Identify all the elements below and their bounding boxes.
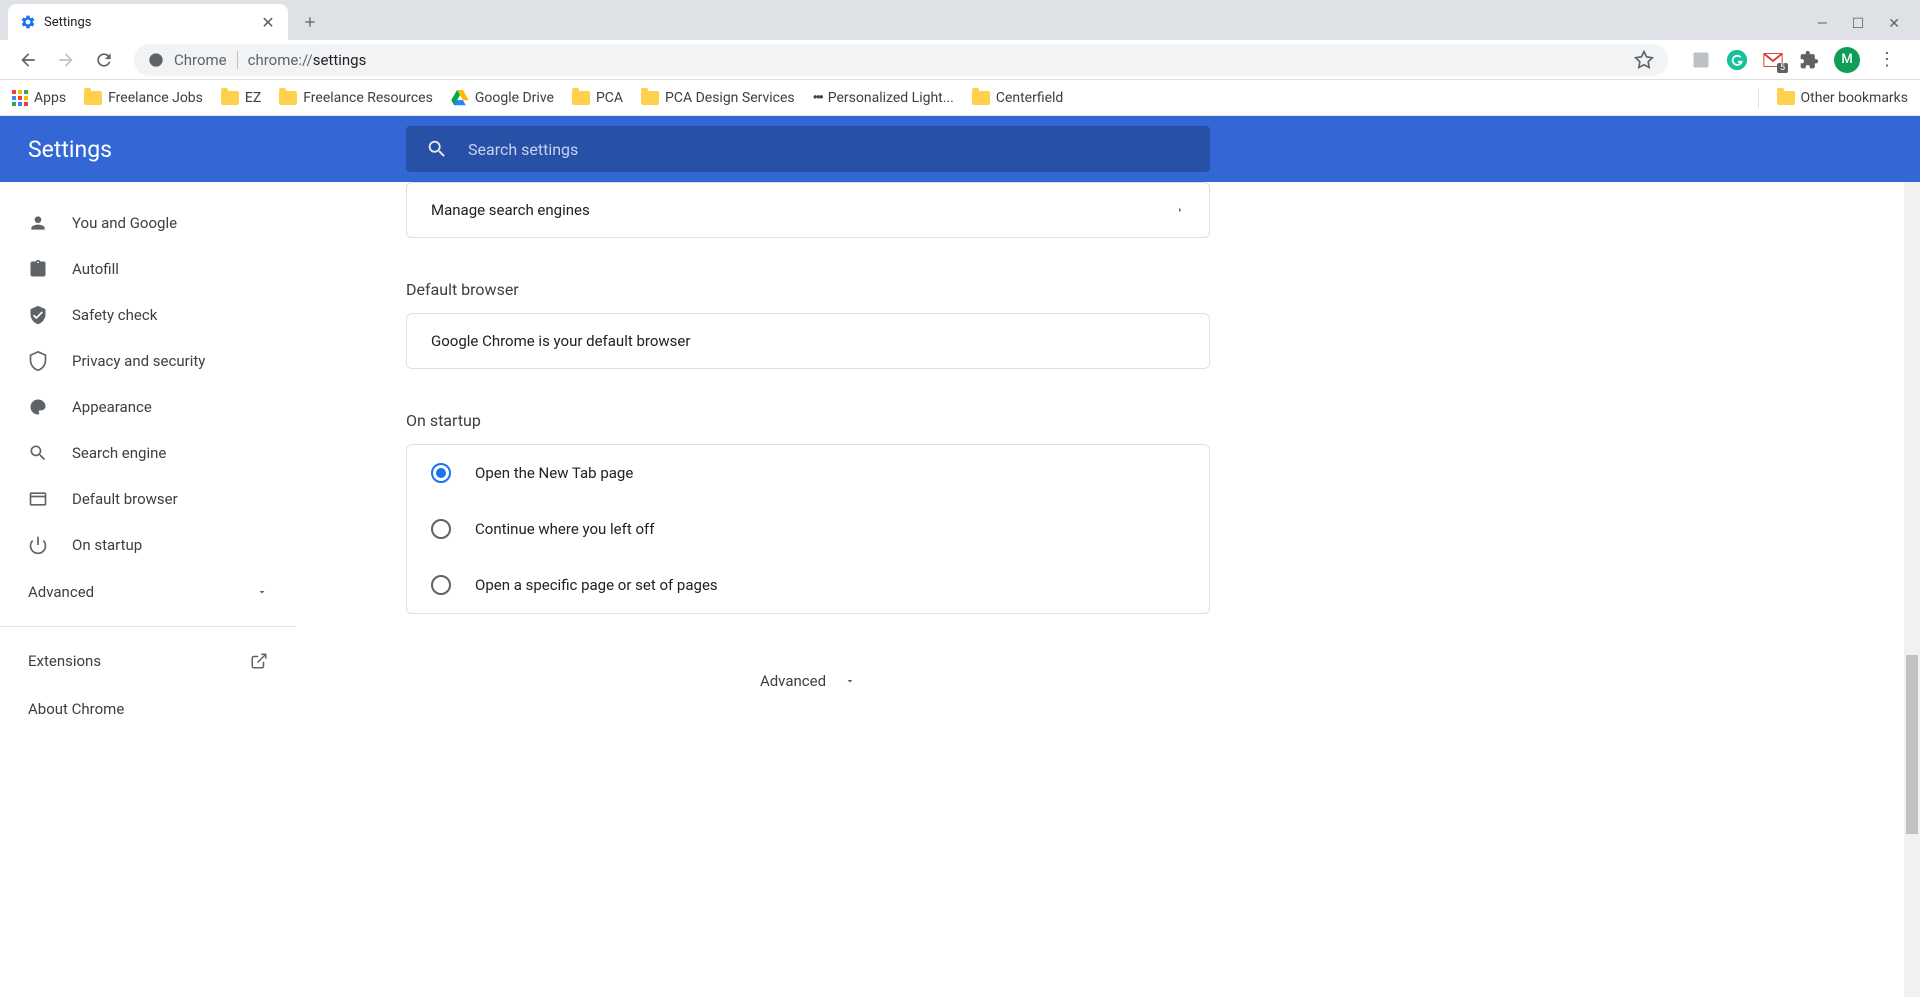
address-bar[interactable]: Chrome chrome://settings xyxy=(134,44,1668,76)
sidebar-item-you-and-google[interactable]: You and Google xyxy=(0,200,296,246)
sidebar-item-safety-check[interactable]: Safety check xyxy=(0,292,296,338)
sidebar-divider xyxy=(0,626,296,627)
tab-title: Settings xyxy=(44,15,260,30)
sidebar-about-link[interactable]: About Chrome xyxy=(0,685,296,733)
chevron-right-icon xyxy=(1175,205,1185,215)
bookmark-folder[interactable]: EZ xyxy=(221,90,261,106)
settings-search[interactable] xyxy=(406,126,1210,172)
settings-search-input[interactable] xyxy=(468,140,1190,159)
forward-button[interactable] xyxy=(50,44,82,76)
main-advanced-toggle[interactable]: Advanced xyxy=(406,642,1210,720)
scrollbar-track[interactable] xyxy=(1904,182,1920,997)
extensions-puzzle-icon[interactable] xyxy=(1798,49,1820,71)
window-controls: — ☐ ✕ xyxy=(1817,16,1920,32)
person-icon xyxy=(28,213,48,233)
on-startup-heading: On startup xyxy=(406,397,1210,444)
chevron-down-icon xyxy=(256,586,268,598)
folder-icon xyxy=(279,91,297,105)
scrollbar-thumb[interactable] xyxy=(1906,655,1918,834)
shield-icon xyxy=(28,351,48,371)
sidebar-extensions-link[interactable]: Extensions xyxy=(0,637,296,685)
chrome-icon xyxy=(148,52,164,68)
sidebar-item-autofill[interactable]: Autofill xyxy=(0,246,296,292)
drive-icon xyxy=(451,90,469,106)
manage-search-card: Manage search engines xyxy=(406,182,1210,238)
search-icon xyxy=(426,138,448,160)
folder-icon xyxy=(572,91,590,105)
extension-account-icon[interactable] xyxy=(1690,49,1712,71)
folder-icon xyxy=(972,91,990,105)
default-browser-heading: Default browser xyxy=(406,266,1210,313)
gmail-badge: 5 xyxy=(1777,63,1788,73)
omnibox-separator xyxy=(237,51,238,69)
sidebar-item-appearance[interactable]: Appearance xyxy=(0,384,296,430)
sidebar-advanced-toggle[interactable]: Advanced xyxy=(0,568,296,616)
chevron-down-icon xyxy=(844,675,856,687)
settings-main: Manage search engines Default browser Go… xyxy=(296,182,1920,997)
browser-menu-button[interactable]: ⋮ xyxy=(1874,49,1900,70)
bookmark-star-icon[interactable] xyxy=(1634,50,1654,70)
default-browser-card: Google Chrome is your default browser xyxy=(406,313,1210,369)
folder-icon xyxy=(84,91,102,105)
clipboard-icon xyxy=(28,259,48,279)
bookmark-folder[interactable]: Freelance Jobs xyxy=(84,90,203,106)
settings-sidebar: You and Google Autofill Safety check Pri… xyxy=(0,182,296,997)
omnibox-origin: Chrome xyxy=(174,51,227,69)
search-icon xyxy=(28,443,48,463)
bookmark-link[interactable]: •••Personalized Light... xyxy=(813,90,954,106)
minimize-button[interactable]: — xyxy=(1817,16,1828,32)
bookmark-folder[interactable]: PCA xyxy=(572,90,623,106)
extension-grammarly-icon[interactable] xyxy=(1726,49,1748,71)
profile-avatar[interactable]: M xyxy=(1834,47,1860,73)
browser-icon xyxy=(28,489,48,509)
back-button[interactable] xyxy=(12,44,44,76)
default-browser-status: Google Chrome is your default browser xyxy=(407,314,1209,368)
bookmarks-separator xyxy=(1758,88,1759,108)
other-bookmarks[interactable]: Other bookmarks xyxy=(1777,90,1908,106)
bookmark-drive[interactable]: Google Drive xyxy=(451,90,554,106)
settings-icon xyxy=(20,14,36,30)
bookmark-folder[interactable]: Centerfield xyxy=(972,90,1064,106)
dots-icon: ••• xyxy=(813,90,822,106)
close-window-button[interactable]: ✕ xyxy=(1888,16,1900,32)
tab-strip: Settings ✕ — ☐ ✕ xyxy=(0,0,1920,40)
settings-title: Settings xyxy=(28,136,406,163)
omnibox-url: chrome://settings xyxy=(248,51,367,69)
folder-icon xyxy=(1777,91,1795,105)
new-tab-button[interactable] xyxy=(296,8,324,36)
settings-header: Settings xyxy=(0,116,1920,182)
folder-icon xyxy=(641,91,659,105)
sidebar-item-default-browser[interactable]: Default browser xyxy=(0,476,296,522)
sidebar-item-privacy[interactable]: Privacy and security xyxy=(0,338,296,384)
power-icon xyxy=(28,535,48,555)
startup-option-continue[interactable]: Continue where you left off xyxy=(407,501,1209,557)
browser-toolbar: Chrome chrome://settings 5 M ⋮ xyxy=(0,40,1920,80)
radio-button[interactable] xyxy=(431,575,451,595)
maximize-button[interactable]: ☐ xyxy=(1852,16,1865,32)
apps-icon xyxy=(12,90,28,106)
sidebar-item-search-engine[interactable]: Search engine xyxy=(0,430,296,476)
extension-gmail-icon[interactable]: 5 xyxy=(1762,49,1784,71)
settings-body: You and Google Autofill Safety check Pri… xyxy=(0,182,1920,997)
bookmark-folder[interactable]: Freelance Resources xyxy=(279,90,433,106)
bookmark-folder[interactable]: PCA Design Services xyxy=(641,90,795,106)
external-link-icon xyxy=(250,652,268,670)
close-tab-icon[interactable]: ✕ xyxy=(260,14,276,30)
startup-option-specific[interactable]: Open a specific page or set of pages xyxy=(407,557,1209,613)
radio-button[interactable] xyxy=(431,463,451,483)
radio-button[interactable] xyxy=(431,519,451,539)
sidebar-item-on-startup[interactable]: On startup xyxy=(0,522,296,568)
shield-check-icon xyxy=(28,305,48,325)
folder-icon xyxy=(221,91,239,105)
manage-search-engines-row[interactable]: Manage search engines xyxy=(407,183,1209,237)
apps-shortcut[interactable]: Apps xyxy=(12,90,66,106)
startup-card: Open the New Tab page Continue where you… xyxy=(406,444,1210,614)
reload-button[interactable] xyxy=(88,44,120,76)
bookmarks-bar: Apps Freelance Jobs EZ Freelance Resourc… xyxy=(0,80,1920,116)
palette-icon xyxy=(28,397,48,417)
browser-tab[interactable]: Settings ✕ xyxy=(8,4,288,40)
startup-option-new-tab[interactable]: Open the New Tab page xyxy=(407,445,1209,501)
extension-icons: 5 M ⋮ xyxy=(1682,47,1908,73)
